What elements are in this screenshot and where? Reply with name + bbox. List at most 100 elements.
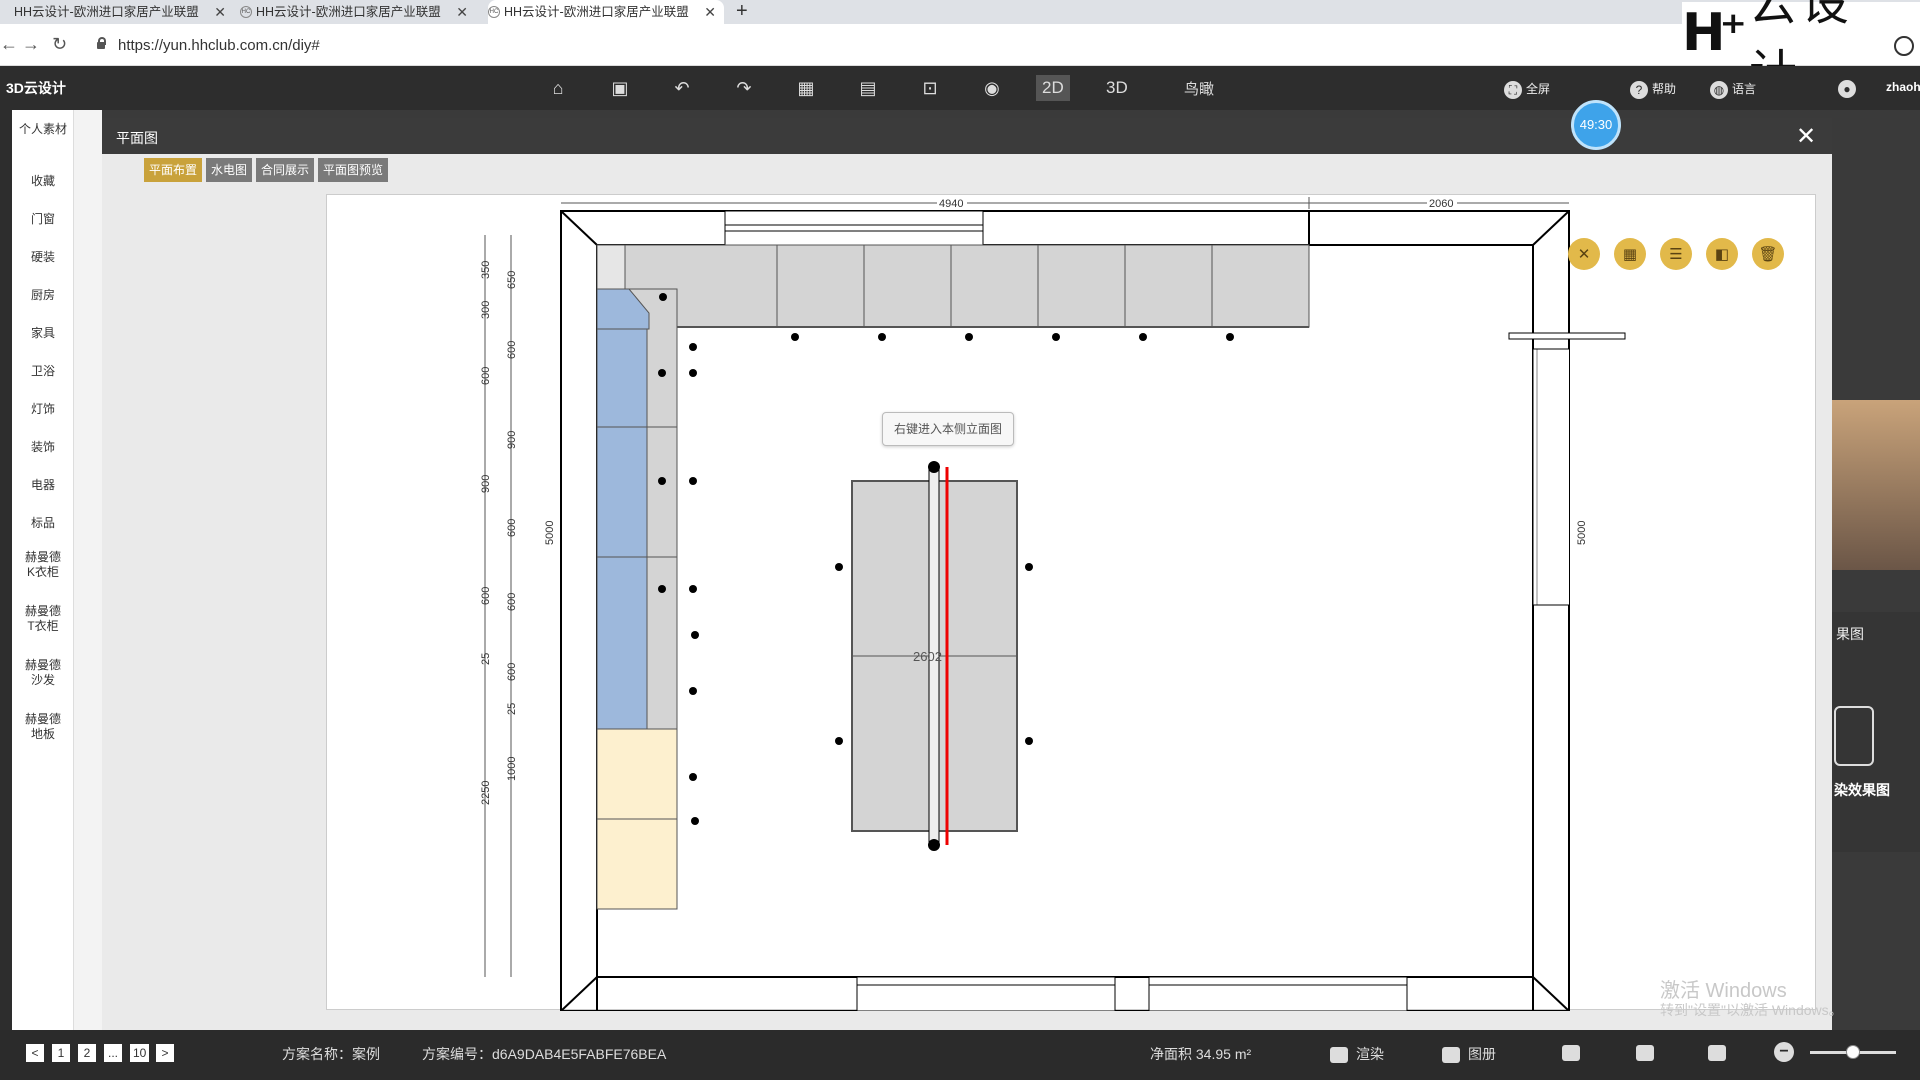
undo-icon[interactable]: ↶ xyxy=(668,74,696,102)
render-image-icon[interactable] xyxy=(1834,706,1874,766)
language-button[interactable]: ◍ 语言 xyxy=(1710,80,1756,99)
user-avatar[interactable]: ● xyxy=(1838,80,1860,98)
snap-point[interactable] xyxy=(689,369,697,377)
snap-point[interactable] xyxy=(1226,333,1234,341)
fullscreen-button[interactable]: ⛶ 全屏 xyxy=(1504,80,1550,99)
category-standard[interactable]: 标品 xyxy=(12,516,74,531)
save-icon[interactable]: ▣ xyxy=(606,74,634,102)
tab-contract[interactable]: 合同展示 xyxy=(256,158,315,182)
category-hardscape[interactable]: 硬装 xyxy=(12,250,74,265)
category-favorites[interactable]: 收藏 xyxy=(12,174,74,189)
floorplan-icon[interactable]: ▦ xyxy=(792,74,820,102)
snap-point[interactable] xyxy=(1025,563,1033,571)
address-bar: ← → ↻ https://yun.hhclub.com.cn/diy# ☆ xyxy=(0,24,1920,66)
snap-point[interactable] xyxy=(689,585,697,593)
view-toggle-icon[interactable] xyxy=(1562,1044,1588,1062)
help-button[interactable]: ? 帮助 xyxy=(1630,80,1676,99)
category-lighting[interactable]: 灯饰 xyxy=(12,402,74,417)
close-tab-icon[interactable]: ✕ xyxy=(456,0,468,24)
top-cabinet-row[interactable] xyxy=(596,244,1310,328)
zoom-slider-handle[interactable] xyxy=(1846,1045,1860,1059)
category-sofa[interactable]: 赫曼德沙发 xyxy=(12,658,74,688)
album-button[interactable]: 图册 xyxy=(1442,1044,1496,1064)
snap-point[interactable] xyxy=(691,631,699,639)
category-furniture[interactable]: 家具 xyxy=(12,326,74,341)
ruler-icon[interactable]: ◧ xyxy=(1706,238,1738,270)
tab-floor-layout[interactable]: 平面布置 xyxy=(144,158,203,182)
wall-cabinet-blue[interactable] xyxy=(596,328,648,730)
close-tab-icon[interactable]: ✕ xyxy=(704,0,716,24)
tab-plan-preview[interactable]: 平面图预览 xyxy=(318,158,389,182)
dim-inner-4: 600 xyxy=(506,519,518,537)
snap-point[interactable] xyxy=(1052,333,1060,341)
snap-point[interactable] xyxy=(659,293,667,301)
crop-icon[interactable]: ⊡ xyxy=(916,74,944,102)
measure-icon[interactable]: ✕ xyxy=(1568,238,1600,270)
snap-point[interactable] xyxy=(689,687,697,695)
page-1[interactable]: 1 xyxy=(52,1044,70,1062)
snap-point[interactable] xyxy=(689,477,697,485)
align-icon[interactable]: ☰ xyxy=(1660,238,1692,270)
browser-profile-icon[interactable] xyxy=(1894,36,1914,56)
render-effect-label[interactable]: 染效果图 xyxy=(1834,780,1890,800)
snap-point[interactable] xyxy=(835,563,843,571)
snap-point[interactable] xyxy=(835,737,843,745)
category-personal[interactable]: 个人素材 xyxy=(12,122,74,137)
delete-icon[interactable]: 🗑 xyxy=(1752,238,1784,270)
eye-icon[interactable]: ◉ xyxy=(978,74,1006,102)
category-bathroom[interactable]: 卫浴 xyxy=(12,364,74,379)
browser-tab-1[interactable]: HH云设计-欧洲进口家居产业联盟 ✕ xyxy=(0,0,234,24)
redo-icon[interactable]: ↷ xyxy=(730,74,758,102)
reload-icon[interactable]: ↻ xyxy=(52,34,67,55)
snap-point[interactable] xyxy=(689,343,697,351)
help-icon: ? xyxy=(1630,80,1648,99)
snap-point[interactable] xyxy=(689,773,697,781)
back-arrow-icon[interactable]: ← xyxy=(0,34,18,55)
url-field[interactable]: https://yun.hhclub.com.cn/diy# xyxy=(118,37,320,54)
next-page-button[interactable]: > xyxy=(156,1044,174,1062)
zoom-out-icon[interactable]: − xyxy=(1774,1042,1794,1062)
birdview-button[interactable]: 鸟瞰 xyxy=(1184,78,1214,99)
snap-point[interactable] xyxy=(965,333,973,341)
dim-wall-left: 5000 xyxy=(544,521,556,545)
snap-point[interactable] xyxy=(658,369,666,377)
person-view-icon[interactable] xyxy=(1636,1044,1662,1062)
render-button[interactable]: 渲染 xyxy=(1330,1044,1384,1064)
floorplan-drawing[interactable]: 2602 4940 2060 350 300 600 900 600 25 22… xyxy=(327,195,1817,1011)
browser-tab-3[interactable]: HC HH云设计-欧洲进口家居产业联盟 ✕ xyxy=(488,0,724,24)
snap-point[interactable] xyxy=(691,817,699,825)
category-appliances[interactable]: 电器 xyxy=(12,478,74,493)
category-flooring[interactable]: 赫曼德地板 xyxy=(12,712,74,742)
tab-plumbing-electric[interactable]: 水电图 xyxy=(206,158,253,182)
plan-canvas[interactable]: 2602 4940 2060 350 300 600 900 600 25 22… xyxy=(326,194,1817,1011)
page-10[interactable]: 10 xyxy=(130,1044,150,1062)
forward-arrow-icon[interactable]: → xyxy=(22,34,40,55)
category-kitchen[interactable]: 厨房 xyxy=(12,288,74,303)
snap-point[interactable] xyxy=(658,477,666,485)
mode-2d-button[interactable]: 2D xyxy=(1036,75,1070,101)
control-handle[interactable] xyxy=(928,461,940,473)
close-icon[interactable]: ✕ xyxy=(1796,122,1816,151)
layout-icon[interactable]: ▦ xyxy=(1614,238,1646,270)
cabinet-icon[interactable]: ▤ xyxy=(854,74,882,102)
prev-page-button[interactable]: < xyxy=(26,1044,44,1062)
fit-view-icon[interactable] xyxy=(1708,1044,1734,1062)
browser-tab-2[interactable]: HC HH云设计-欧洲进口家居产业联盟 ✕ xyxy=(240,0,476,24)
page-2[interactable]: 2 xyxy=(78,1044,96,1062)
snap-point[interactable] xyxy=(1025,737,1033,745)
category-t-wardrobe[interactable]: 赫曼德T衣柜 xyxy=(12,604,74,634)
snap-point[interactable] xyxy=(1139,333,1147,341)
new-tab-button[interactable]: + xyxy=(736,0,748,22)
category-doors-windows[interactable]: 门窗 xyxy=(12,212,74,227)
snap-point[interactable] xyxy=(791,333,799,341)
category-k-wardrobe[interactable]: 赫曼德K衣柜 xyxy=(12,550,74,580)
context-hint-tooltip[interactable]: 右键进入本侧立面图 xyxy=(882,412,1014,446)
snap-point[interactable] xyxy=(878,333,886,341)
mode-3d-button[interactable]: 3D xyxy=(1106,78,1128,98)
close-tab-icon[interactable]: ✕ xyxy=(214,0,226,24)
category-decor[interactable]: 装饰 xyxy=(12,440,74,455)
home-icon[interactable]: ⌂ xyxy=(544,74,572,102)
dimension-top-2: 2060 xyxy=(1429,198,1453,210)
control-handle[interactable] xyxy=(928,839,940,851)
snap-point[interactable] xyxy=(658,585,666,593)
